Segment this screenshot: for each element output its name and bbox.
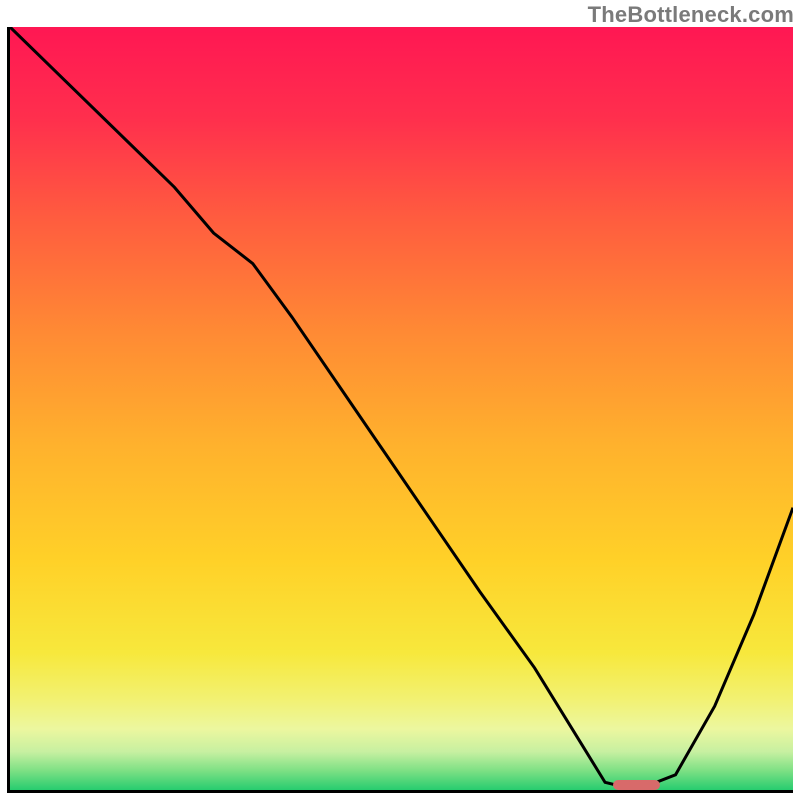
chart-container: TheBottleneck.com [0,0,800,800]
optimal-range-marker [613,780,660,790]
watermark-label: TheBottleneck.com [588,2,794,28]
plot-area [10,27,793,790]
curve-layer [10,27,793,790]
bottleneck-curve [10,27,793,790]
